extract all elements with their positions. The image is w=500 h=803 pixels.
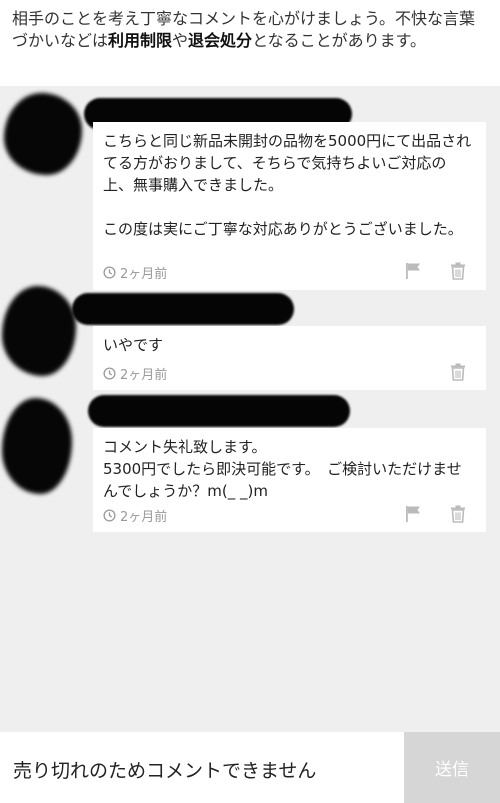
comment-meta: 2ヶ月前: [103, 263, 167, 282]
comment-text: コメント失礼致します。 5300円でしたら即決可能です。 ご検討いただけませんで…: [103, 438, 462, 500]
comment-item: こちらと同じ新品未開封の品物を5000円にて出品されてる方がおりまして、そちらで…: [93, 122, 486, 290]
trash-icon[interactable]: [450, 505, 466, 523]
clock-icon: [103, 266, 116, 279]
comment-text: こちらと同じ新品未開封の品物を5000円にて出品されてる方がおりまして、そちらで…: [103, 132, 472, 238]
clock-icon: [103, 367, 116, 380]
notice-account-termination: 退会処分: [188, 31, 253, 50]
notice-text-connector: や: [172, 31, 189, 50]
avatar[interactable]: [2, 398, 72, 494]
comment-notice: 相手のことを考え丁寧なコメントを心がけましょう。不快な言葉づかいなどは利用制限や…: [0, 0, 500, 86]
comment-item: いやです 2ヶ月前: [93, 326, 486, 390]
comment-time: 2ヶ月前: [120, 368, 168, 383]
comments-closed-message: 売り切れのためコメントできません: [13, 760, 317, 782]
comment-meta: 2ヶ月前: [103, 364, 167, 383]
username[interactable]: [72, 293, 294, 325]
send-button[interactable]: 送信: [404, 732, 500, 803]
trash-icon[interactable]: [450, 262, 466, 280]
comment-text: いやです: [103, 336, 164, 354]
comment-time: 2ヶ月前: [120, 267, 168, 282]
notice-usage-restriction: 利用制限: [108, 31, 173, 50]
comment-item: コメント失礼致します。 5300円でしたら即決可能です。 ご検討いただけませんで…: [93, 428, 486, 532]
comment-list: こちらと同じ新品未開封の品物を5000円にて出品されてる方がおりまして、そちらで…: [0, 86, 500, 732]
avatar[interactable]: [4, 93, 82, 175]
comment-input-bar: 売り切れのためコメントできません 送信: [0, 732, 500, 803]
comment-time: 2ヶ月前: [120, 510, 168, 525]
avatar[interactable]: [2, 286, 76, 376]
flag-icon[interactable]: [405, 262, 421, 280]
username[interactable]: [88, 395, 350, 427]
clock-icon: [103, 509, 116, 522]
notice-text-end: となることがあります。: [252, 31, 426, 50]
flag-icon[interactable]: [405, 505, 421, 523]
trash-icon[interactable]: [450, 363, 466, 381]
comment-meta: 2ヶ月前: [103, 506, 167, 525]
